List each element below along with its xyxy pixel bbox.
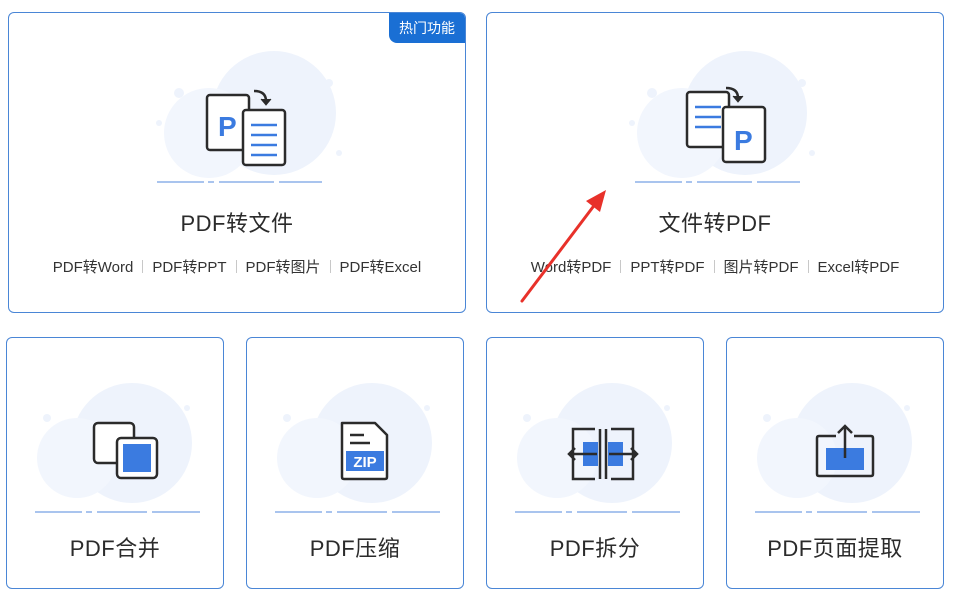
file-to-pdf-icon: P xyxy=(685,86,767,164)
card-title: PDF合并 xyxy=(69,536,161,561)
pdf-extract-card[interactable]: PDF页面提取 xyxy=(726,337,944,589)
pdf-split-card[interactable]: PDF拆分 xyxy=(486,337,704,589)
pdf-compress-card[interactable]: ZIP PDF压缩 xyxy=(246,337,464,589)
link-excel-to-pdf[interactable]: Excel转PDF xyxy=(809,256,909,277)
card-title: 文件转PDF xyxy=(658,211,772,236)
link-image-to-pdf[interactable]: 图片转PDF xyxy=(715,256,808,277)
merge-icon xyxy=(92,421,159,480)
link-pdf-to-word[interactable]: PDF转Word xyxy=(44,256,143,277)
card-title: PDF页面提取 xyxy=(767,536,903,561)
card-title: PDF转文件 xyxy=(180,211,294,236)
card-title: PDF压缩 xyxy=(309,536,401,561)
sub-links: PDF转Word PDF转PPT PDF转图片 PDF转Excel xyxy=(9,256,465,277)
link-pdf-to-excel[interactable]: PDF转Excel xyxy=(331,256,431,277)
svg-text:P: P xyxy=(218,111,237,142)
link-pdf-to-ppt[interactable]: PDF转PPT xyxy=(143,256,235,277)
pdf-merge-card[interactable]: PDF合并 xyxy=(6,337,224,589)
link-word-to-pdf[interactable]: Word转PDF xyxy=(522,256,621,277)
link-ppt-to-pdf[interactable]: PPT转PDF xyxy=(621,256,713,277)
hot-feature-badge: 热门功能 xyxy=(389,13,465,43)
sub-links: Word转PDF PPT转PDF 图片转PDF Excel转PDF xyxy=(487,256,943,277)
extract-page-icon xyxy=(815,424,875,478)
zip-label: ZIP xyxy=(353,454,376,471)
file-to-pdf-card[interactable]: P 文件转PDF Word转PDF PPT转PDF 图片转PDF Excel转P… xyxy=(486,12,944,313)
pdf-to-file-card[interactable]: P 热门功能 PDF转文件 PDF转Word PDF转PPT PDF转图片 PD… xyxy=(8,12,466,313)
zip-file-icon: ZIP xyxy=(340,421,389,481)
svg-text:P: P xyxy=(734,125,753,156)
pdf-to-file-icon: P xyxy=(205,89,287,167)
card-title: PDF拆分 xyxy=(549,536,641,561)
split-icon xyxy=(567,427,639,481)
link-pdf-to-image[interactable]: PDF转图片 xyxy=(237,256,330,277)
